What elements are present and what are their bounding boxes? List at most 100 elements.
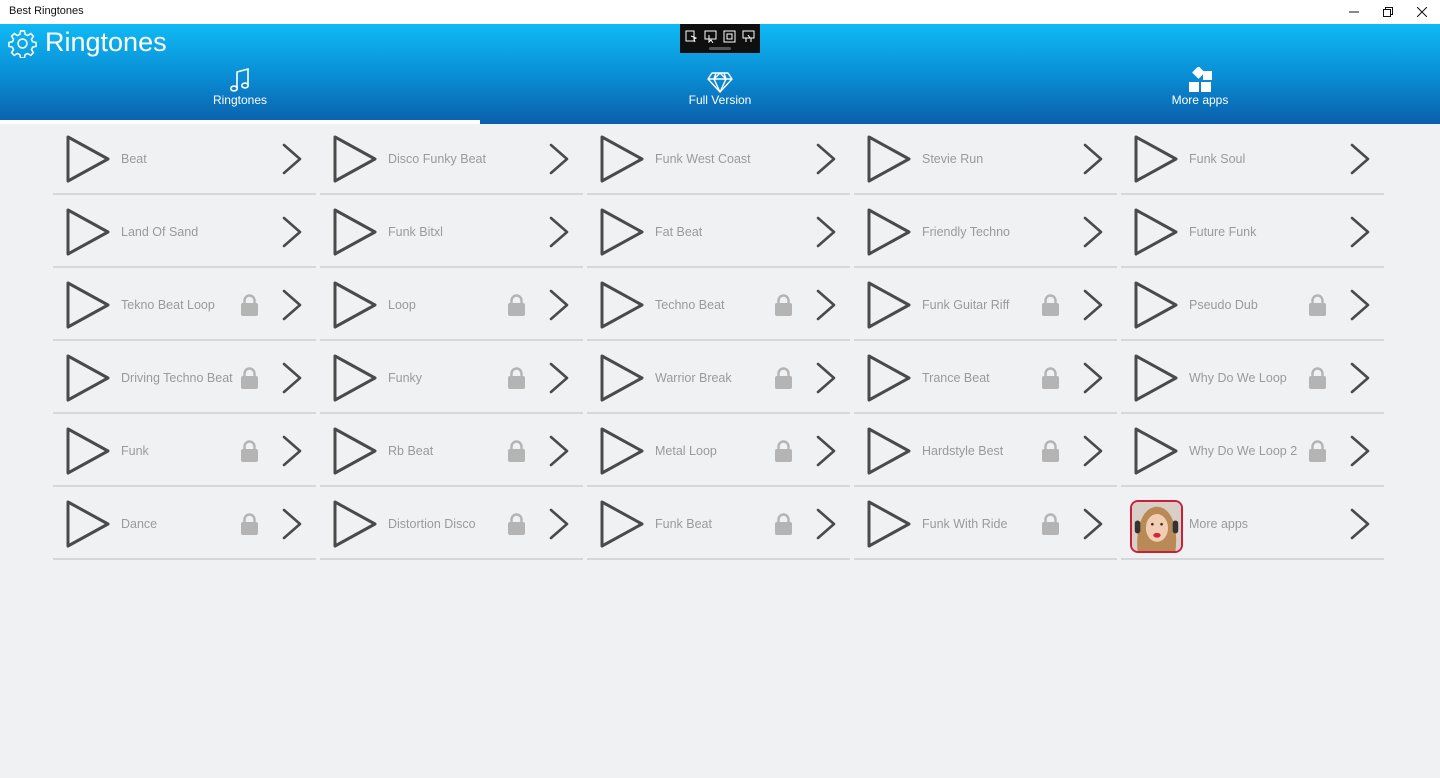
chevron-right-icon[interactable] [547,142,571,176]
play-icon[interactable] [65,280,111,330]
ringtone-item[interactable]: Trance Beat [854,343,1117,414]
cursor-icon[interactable] [704,30,717,43]
chevron-right-icon[interactable] [1348,434,1372,468]
play-icon[interactable] [332,353,378,403]
ringtone-item[interactable]: Disco Funky Beat [320,124,583,195]
play-icon[interactable] [1133,207,1179,257]
play-icon[interactable] [599,499,645,549]
chevron-right-icon[interactable] [1081,215,1105,249]
ringtone-item[interactable]: Why Do We Loop [1121,343,1384,414]
play-icon[interactable] [65,426,111,476]
ringtone-item[interactable]: Funk Beat [587,489,850,560]
ringtone-item[interactable]: Land Of Sand [53,197,316,268]
play-icon[interactable] [1133,426,1179,476]
ringtone-item[interactable]: Metal Loop [587,416,850,487]
play-icon[interactable] [65,207,111,257]
chevron-right-icon[interactable] [280,361,304,395]
play-icon[interactable] [332,207,378,257]
chevron-right-icon[interactable] [1081,507,1105,541]
ringtone-item[interactable]: Warrior Break [587,343,850,414]
chevron-right-icon[interactable] [1348,142,1372,176]
select-element-icon[interactable] [685,30,698,43]
gear-icon[interactable] [8,29,37,58]
ringtone-item[interactable]: Funk With Ride [854,489,1117,560]
chevron-right-icon[interactable] [814,288,838,322]
ringtone-item[interactable]: Funk West Coast [587,124,850,195]
chevron-right-icon[interactable] [1081,142,1105,176]
ringtone-item[interactable]: Future Funk [1121,197,1384,268]
ringtone-item[interactable]: Tekno Beat Loop [53,270,316,341]
play-icon[interactable] [1133,280,1179,330]
tab-ringtones[interactable]: Ringtones [0,64,480,124]
play-icon[interactable] [599,353,645,403]
play-icon[interactable] [332,280,378,330]
chevron-right-icon[interactable] [814,142,838,176]
play-icon[interactable] [866,207,912,257]
play-icon[interactable] [65,353,111,403]
play-icon[interactable] [866,499,912,549]
play-icon[interactable] [866,134,912,184]
chevron-right-icon[interactable] [1081,361,1105,395]
ringtone-item[interactable]: Techno Beat [587,270,850,341]
chevron-right-icon[interactable] [280,142,304,176]
chevron-right-icon[interactable] [1348,361,1372,395]
play-icon[interactable] [599,134,645,184]
chevron-right-icon[interactable] [814,215,838,249]
chevron-right-icon[interactable] [547,215,571,249]
layout-icon[interactable] [723,30,736,43]
chevron-right-icon[interactable] [280,215,304,249]
chevron-right-icon[interactable] [280,434,304,468]
tab-full-version[interactable]: Full Version [480,64,960,124]
play-icon[interactable] [1133,353,1179,403]
ringtone-item[interactable]: Why Do We Loop 2 [1121,416,1384,487]
chevron-right-icon[interactable] [280,507,304,541]
chevron-right-icon[interactable] [1348,288,1372,322]
chevron-right-icon[interactable] [547,361,571,395]
ringtone-item[interactable]: Stevie Run [854,124,1117,195]
ringtone-item[interactable]: Distortion Disco [320,489,583,560]
close-button[interactable] [1405,0,1439,24]
chevron-right-icon[interactable] [1081,288,1105,322]
play-icon[interactable] [599,426,645,476]
ringtone-item[interactable]: Rb Beat [320,416,583,487]
play-icon[interactable] [332,426,378,476]
chevron-right-icon[interactable] [547,288,571,322]
chevron-right-icon[interactable] [1348,215,1372,249]
chevron-right-icon[interactable] [547,434,571,468]
play-icon[interactable] [65,134,111,184]
tab-more-apps[interactable]: More apps [960,64,1440,124]
ringtone-item[interactable]: Pseudo Dub [1121,270,1384,341]
play-icon[interactable] [599,207,645,257]
play-icon[interactable] [866,280,912,330]
play-icon[interactable] [332,499,378,549]
ringtone-item[interactable]: Funk Soul [1121,124,1384,195]
play-icon[interactable] [599,280,645,330]
ringtone-item[interactable]: Driving Techno Beat [53,343,316,414]
chevron-right-icon[interactable] [1348,507,1372,541]
ringtone-item[interactable]: Loop [320,270,583,341]
ringtone-item[interactable]: Funk Guitar Riff [854,270,1117,341]
ringtone-item[interactable]: Funk [53,416,316,487]
minimize-button[interactable] [1337,0,1371,24]
chevron-right-icon[interactable] [814,507,838,541]
ringtone-item[interactable]: Funk Bitxl [320,197,583,268]
ringtone-item[interactable]: Hardstyle Best [854,416,1117,487]
debug-toolbar-grip[interactable] [709,47,731,50]
play-icon[interactable] [65,499,111,549]
restore-button[interactable] [1371,0,1405,24]
chevron-right-icon[interactable] [814,361,838,395]
ringtone-item[interactable]: Dance [53,489,316,560]
chevron-right-icon[interactable] [1081,434,1105,468]
play-icon[interactable] [1133,134,1179,184]
chevron-right-icon[interactable] [814,434,838,468]
track-focus-icon[interactable] [742,30,755,43]
ringtone-item[interactable]: Beat [53,124,316,195]
ringtone-item[interactable]: Friendly Techno [854,197,1117,268]
chevron-right-icon[interactable] [547,507,571,541]
ringtone-item[interactable]: Fat Beat [587,197,850,268]
play-icon[interactable] [866,353,912,403]
more-apps-item[interactable]: More apps [1121,489,1384,560]
ringtone-item[interactable]: Funky [320,343,583,414]
play-icon[interactable] [866,426,912,476]
chevron-right-icon[interactable] [280,288,304,322]
